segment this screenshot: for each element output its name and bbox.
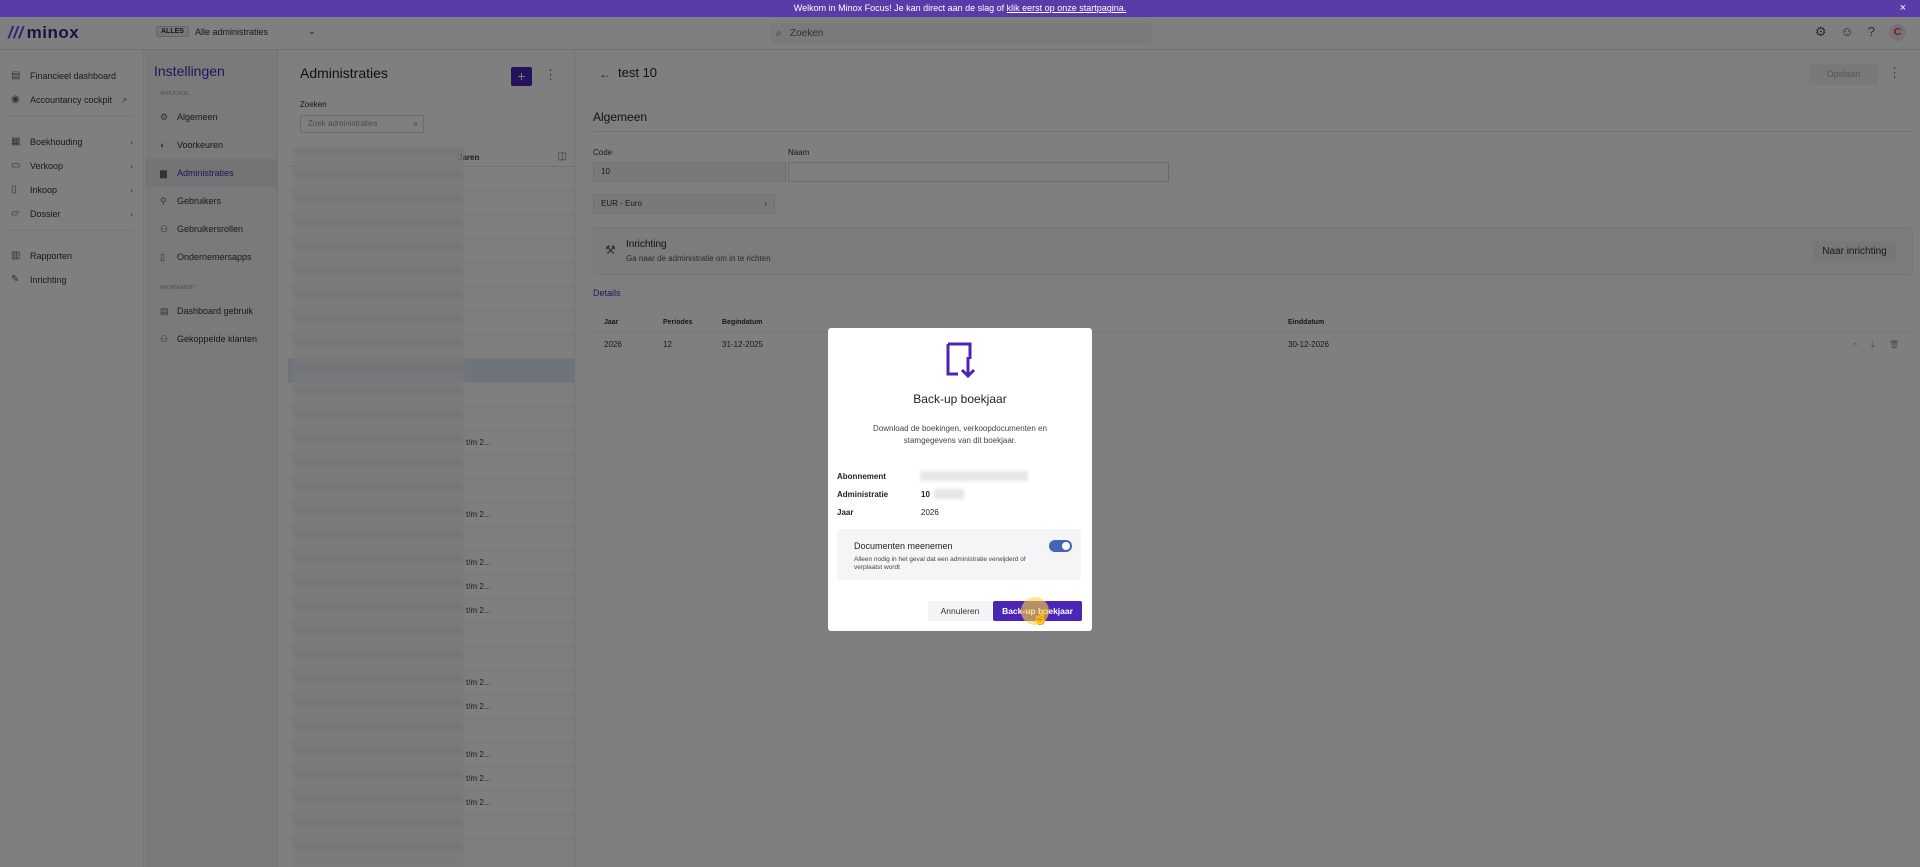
documents-toggle[interactable] [1049, 540, 1072, 552]
administratie-label: Administratie [837, 490, 889, 499]
cancel-button[interactable]: Annuleren [928, 601, 992, 621]
dialog-description: Download de boekingen, verkoopdocumenten… [873, 424, 1047, 445]
banner-link[interactable]: klik eerst op onze startpagina. [1007, 3, 1127, 13]
jaar-label: Jaar [837, 508, 854, 517]
close-icon[interactable]: × [1900, 0, 1906, 17]
jaar-value: 2026 [921, 508, 939, 517]
administratie-value: 10 [921, 490, 930, 499]
redacted-value [934, 489, 964, 499]
dialog-title: Back-up boekjaar [913, 392, 1007, 406]
download-document-icon [946, 342, 976, 379]
backup-dialog: Back-up boekjaar Download de boekingen, … [828, 328, 1092, 631]
toggle-knob [1062, 542, 1070, 550]
announcement-banner: Welkom in Minox Focus! Je kan direct aan… [0, 0, 1920, 17]
option-subtitle: Alleen nodig in het geval dat een admini… [854, 556, 1026, 571]
option-title: Documenten meenemen [854, 541, 953, 551]
pointer-cursor-icon: ☝ [1032, 609, 1050, 625]
documents-option-card: Documenten meenemen Alleen nodig in het … [837, 529, 1081, 580]
banner-text: Welkom in Minox Focus! Je kan direct aan… [793, 3, 1007, 13]
redacted-value [920, 471, 1028, 481]
abonnement-label: Abonnement [837, 472, 886, 481]
